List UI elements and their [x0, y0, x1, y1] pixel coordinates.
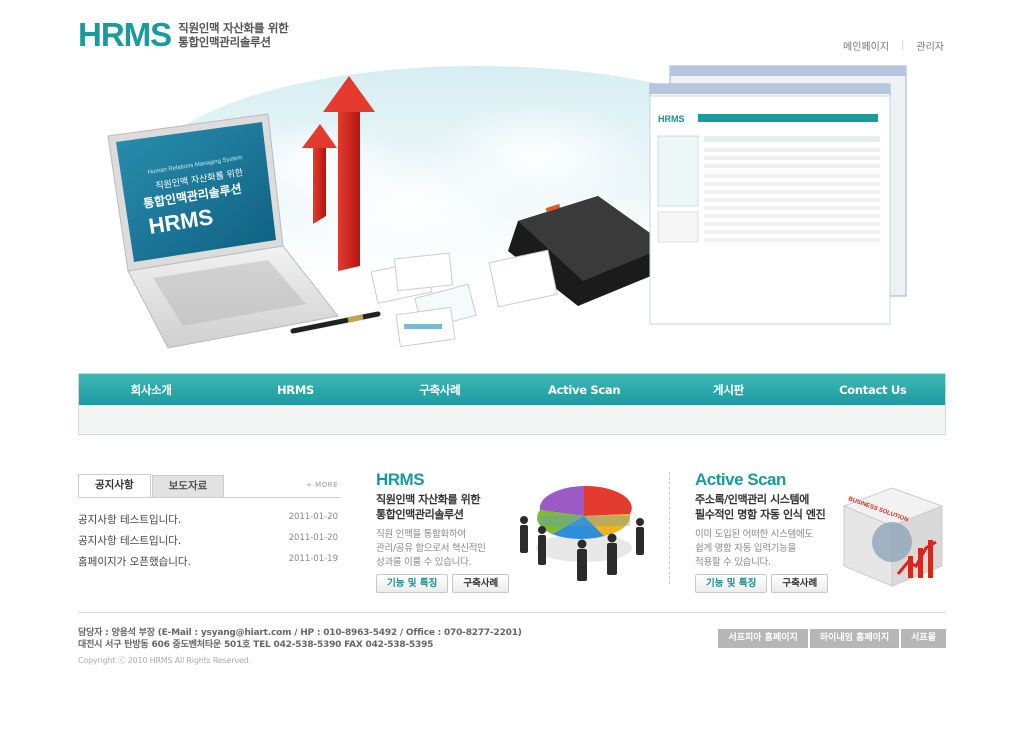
promo-scan-buttons: 기능 및 특징 구축사례	[695, 574, 829, 593]
footer-divider	[78, 612, 946, 613]
surfmall-link[interactable]: 서프몰	[901, 629, 946, 648]
software-screenshot-icon: HRMS	[649, 65, 907, 325]
scan-features-button[interactable]: 기능 및 특징	[695, 574, 768, 593]
promo-scan-sub1: 주소록/인맥관리 시스템에	[695, 493, 809, 506]
promo-hrms: HRMS 직원인맥 자산화를 위한 통합인맥관리솔루션 직원 인맥을 통합화하여…	[376, 470, 486, 570]
notice-title[interactable]: 홈페이지가 오픈했습니다.	[78, 554, 191, 575]
admin-link[interactable]: 관리자	[916, 38, 944, 53]
nav-item-hrms[interactable]: HRMS	[223, 383, 367, 397]
nav-item-company[interactable]: 회사소개	[79, 382, 223, 398]
hero-banner: Human Relations Managing System 직원인맥 자산화…	[78, 56, 946, 356]
promo-scan-desc2: 쉽게 명함 자동 입력기능을	[695, 543, 796, 554]
notice-date: 2011-01-19	[288, 554, 338, 564]
more-link[interactable]: + MORE	[306, 481, 338, 489]
logo[interactable]: HRMS 직원인맥 자산화를 위한 통합인맥관리솔루션	[78, 16, 289, 54]
notice-title[interactable]: 공지사항 테스트입니다.	[78, 533, 181, 554]
main-nav-bar: 회사소개 HRMS 구축사례 Active Scan 게시판 Contact U…	[79, 374, 945, 405]
hrms-features-button[interactable]: 기능 및 특징	[376, 574, 449, 593]
promo-scan-sub2: 필수적인 명함 자동 인식 엔진	[695, 508, 826, 521]
logo-tagline: 직원인맥 자산화를 위한 통합인맥관리솔루션	[178, 21, 289, 49]
hinaim-home-link[interactable]: 하이내임 홈페이지	[809, 629, 900, 648]
footer-address: 대전시 서구 탄방동 606 중도벤처타운 501호 TEL 042-538-5…	[78, 640, 434, 650]
promo-scan-title: Active Scan	[695, 470, 786, 489]
nav-item-contact[interactable]: Contact Us	[801, 383, 945, 397]
hrms-cases-button[interactable]: 구축사례	[452, 574, 510, 593]
promo-scan-desc1: 이미 도입된 어떠한 시스템에도	[695, 529, 813, 540]
tagline-line2: 통합인맥관리솔루션	[178, 35, 271, 49]
svg-text:HRMS: HRMS	[658, 114, 685, 124]
logo-text: HRMS	[78, 16, 172, 53]
footer-info: 담당자 : 양용석 부장 (E-Mail : ysyang@hiart.com …	[78, 627, 522, 667]
promo-active-scan: Active Scan 주소록/인맥관리 시스템에 필수적인 명함 자동 인식 …	[695, 470, 826, 570]
promo-hrms-desc: 직원 인맥을 통합화하여 관리/공유 함으로서 혁신적인 성과를 이룰 수 있습…	[376, 528, 486, 570]
list-item[interactable]: 홈페이지가 오픈했습니다. 2011-01-19	[78, 554, 340, 575]
surfpia-home-link[interactable]: 서프피아 홈페이지	[718, 629, 808, 648]
promo-hrms-title: HRMS	[376, 470, 425, 489]
promo-scan-subtitle: 주소록/인맥관리 시스템에 필수적인 명함 자동 인식 엔진	[695, 492, 826, 522]
promo-scan-desc: 이미 도입된 어떠한 시스템에도 쉽게 명함 자동 입력기능을 적용할 수 있습…	[695, 528, 825, 570]
tab-press[interactable]: 보도자료	[151, 475, 225, 497]
nav-item-active-scan[interactable]: Active Scan	[512, 383, 656, 397]
promo-divider	[669, 472, 670, 584]
top-link-divider: |	[901, 40, 905, 51]
notice-date: 2011-01-20	[288, 533, 338, 543]
tagline-line1: 직원인맥 자산화를 위한	[178, 21, 289, 35]
list-item[interactable]: 공지사항 테스트입니다. 2011-01-20	[78, 533, 340, 554]
promo-hrms-desc1: 직원 인맥을 통합화하여	[376, 529, 466, 540]
hero-illustration: Human Relations Managing System 직원인맥 자산화…	[107, 65, 907, 349]
tab-notice[interactable]: 공지사항	[78, 474, 151, 497]
notice-tabs: 공지사항 보도자료 + MORE	[78, 474, 340, 498]
top-links: 메인페이지 | 관리자	[843, 38, 944, 53]
promo-hrms-desc2: 관리/공유 함으로서 혁신적인	[376, 543, 486, 554]
main-nav: 회사소개 HRMS 구축사례 Active Scan 게시판 Contact U…	[78, 373, 946, 435]
nav-item-cases[interactable]: 구축사례	[368, 382, 512, 398]
footer-links: 서프피아 홈페이지 하이내임 홈페이지 서프몰	[718, 629, 946, 648]
notice-date: 2011-01-20	[288, 512, 338, 522]
notice-list: 공지사항 테스트입니다. 2011-01-20 공지사항 테스트입니다. 201…	[78, 512, 340, 575]
pie-chart-people-icon	[520, 485, 644, 581]
business-solution-cube-icon: BUSINESS SOLUTION	[842, 487, 944, 587]
notice-board: 공지사항 보도자료 + MORE 공지사항 테스트입니다. 2011-01-20…	[78, 474, 340, 575]
promo-hrms-subtitle: 직원인맥 자산화를 위한 통합인맥관리솔루션	[376, 492, 486, 522]
promo-hrms-buttons: 기능 및 특징 구축사례	[376, 574, 510, 593]
nav-item-board[interactable]: 게시판	[656, 382, 800, 398]
promo-hrms-sub2: 통합인맥관리솔루션	[376, 508, 464, 521]
promo-hrms-sub1: 직원인맥 자산화를 위한	[376, 493, 481, 506]
scan-cases-button[interactable]: 구축사례	[771, 574, 829, 593]
footer-contact: 담당자 : 양용석 부장 (E-Mail : ysyang@hiart.com …	[78, 628, 522, 638]
promo-hrms-desc3: 성과를 이룰 수 있습니다.	[376, 557, 472, 568]
promo-scan-desc3: 적용할 수 있습니다.	[695, 557, 771, 568]
footer-copyright: Copyright ⓒ 2010 HRMS All Rights Reserve…	[78, 656, 251, 665]
list-item[interactable]: 공지사항 테스트입니다. 2011-01-20	[78, 512, 340, 533]
notice-title[interactable]: 공지사항 테스트입니다.	[78, 512, 181, 533]
main-page-link[interactable]: 메인페이지	[843, 38, 889, 53]
